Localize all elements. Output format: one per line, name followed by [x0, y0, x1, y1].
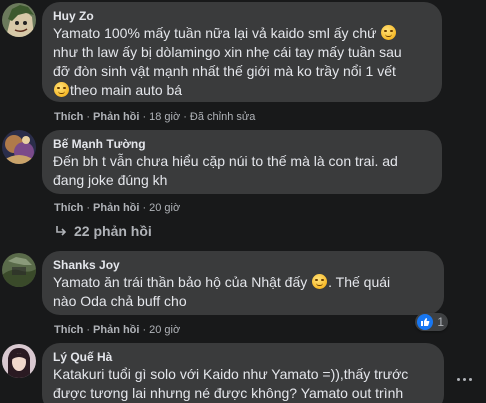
comment-author[interactable]: Shanks Joy	[53, 257, 432, 273]
reaction-count: 1	[437, 315, 444, 329]
reply-link[interactable]: Phản hồi	[93, 324, 139, 336]
comment-text: Katakuri tuổi gì solo với Kaido như Yama…	[53, 366, 409, 382]
like-reaction-icon	[417, 314, 434, 330]
comment-text: theo main auto bá	[53, 81, 430, 100]
comment-actions: Thích · Phản hồi · 18 giờ · Đã chỉnh sửa	[54, 111, 256, 123]
reply-link[interactable]: Phản hồi	[93, 111, 139, 123]
edited-label: Đã chỉnh sửa	[189, 111, 256, 123]
avatar[interactable]	[2, 130, 36, 164]
replies-count-label: 22 phản hồi	[74, 223, 152, 239]
pensive-emoji-icon	[381, 25, 397, 40]
avatar[interactable]	[2, 3, 36, 37]
comment-text: Yamato ăn trái thần bảo hộ của Nhật đấy …	[53, 274, 391, 290]
like-link[interactable]: Thích	[54, 324, 83, 336]
view-replies-link[interactable]: 22 phản hồi	[54, 223, 152, 239]
comment-text: được tương lai nhưng né được không? Yama…	[53, 385, 404, 401]
comment-author[interactable]: Lý Quế Hà	[53, 349, 432, 365]
comment-text: như th law ấy bị dòlamingo xin nhẹ cái t…	[53, 44, 402, 60]
comments-feed: Huy Zo Yamato 100% mấy tuần nữa lại vả k…	[0, 0, 486, 403]
comment-author[interactable]: Huy Zo	[53, 8, 430, 24]
comment-text: đỡ đòn sinh vật mạnh nhất thế giới mà ko…	[53, 63, 396, 79]
comment-text: Đến bh t vẫn chưa hiểu cặp núi to thế mà…	[53, 153, 398, 169]
reply-arrow-icon	[56, 226, 67, 236]
more-options-icon[interactable]	[457, 378, 472, 381]
comment-bubble: Shanks Joy Yamato ăn trái thần bảo hộ củ…	[42, 251, 444, 315]
comment-text: Yamato 100% mấy tuần nữa lại vả kaido sm…	[53, 24, 430, 43]
comment-actions: Thích · Phản hồi · 20 giờ	[54, 202, 181, 214]
comment-text: đang joke đúng kh	[53, 172, 168, 188]
comment-time[interactable]: 18 giờ	[149, 111, 180, 123]
avatar[interactable]	[2, 253, 36, 287]
reaction-summary[interactable]: 1	[415, 313, 448, 331]
comment-bubble: Huy Zo Yamato 100% mấy tuần nữa lại vả k…	[42, 2, 442, 102]
comment-time[interactable]: 20 giờ	[149, 202, 180, 214]
comment-author[interactable]: Bế Mạnh Tường	[53, 136, 430, 152]
like-link[interactable]: Thích	[54, 202, 83, 214]
pensive-emoji-icon	[54, 82, 69, 97]
like-link[interactable]: Thích	[54, 111, 83, 123]
comment-time[interactable]: 20 giờ	[149, 324, 180, 336]
comment-actions: Thích · Phản hồi · 20 giờ	[54, 324, 181, 336]
smile-emoji-icon	[312, 274, 328, 289]
comment-text: nào Oda chả buff cho	[53, 293, 187, 309]
reply-link[interactable]: Phản hồi	[93, 202, 139, 214]
comment-bubble: Lý Quế Hà Katakuri tuổi gì solo với Kaid…	[42, 343, 444, 403]
avatar[interactable]	[2, 344, 36, 378]
comment-bubble: Bế Mạnh Tường Đến bh t vẫn chưa hiểu cặp…	[42, 130, 442, 194]
